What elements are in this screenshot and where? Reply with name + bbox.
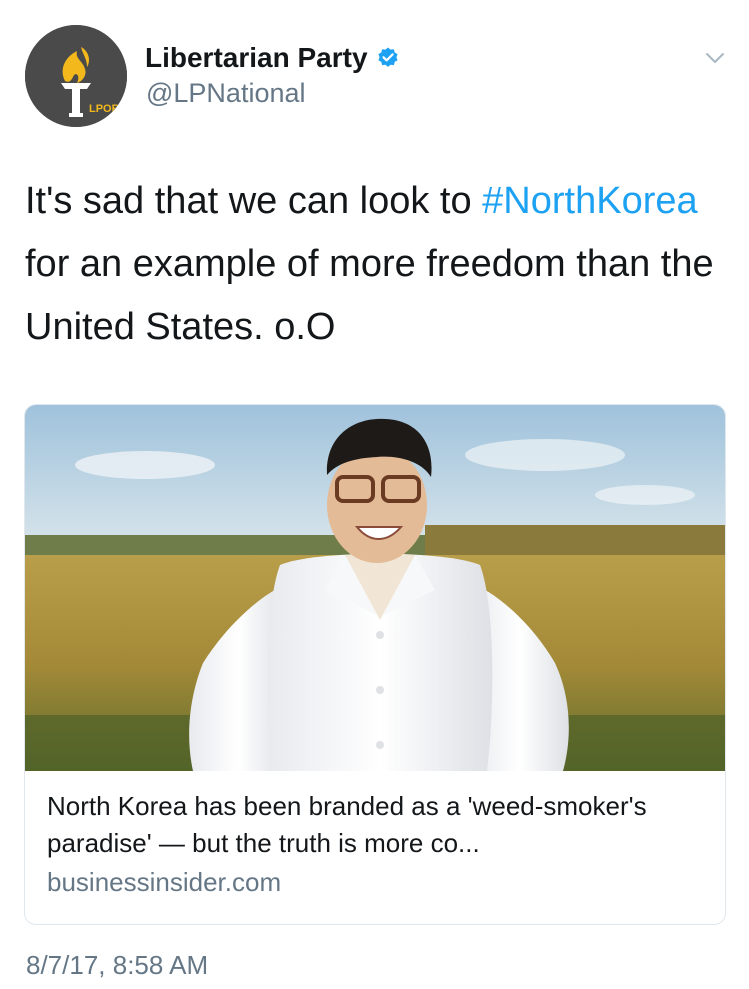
tweet-text: It's sad that we can look to #NorthKorea… — [25, 170, 725, 359]
author-handle[interactable]: @LPNational — [146, 78, 306, 109]
verified-badge-icon — [376, 46, 400, 70]
author-display-name[interactable]: Libertarian Party — [145, 42, 368, 74]
tweet[interactable]: LPORG Libertarian Party @LPNational It's… — [0, 0, 749, 989]
hashtag-link[interactable]: #NorthKorea — [482, 180, 697, 222]
card-photo — [25, 405, 725, 771]
link-card[interactable]: North Korea has been branded as a 'weed-… — [24, 404, 726, 925]
author-avatar[interactable]: LPORG — [25, 25, 127, 127]
chevron-down-icon[interactable] — [703, 46, 727, 70]
avatar-logo-text: LPORG — [89, 103, 127, 115]
tweet-text-before: It's sad that we can look to — [25, 180, 483, 222]
card-title[interactable]: North Korea has been branded as a 'weed-… — [47, 788, 707, 862]
tweet-text-after: for an example of more freedom than the … — [25, 243, 714, 348]
author-name-row[interactable]: Libertarian Party — [145, 38, 400, 78]
tweet-timestamp[interactable]: 8/7/17, 8:58 AM — [26, 950, 208, 981]
card-domain: businessinsider.com — [47, 867, 282, 897]
